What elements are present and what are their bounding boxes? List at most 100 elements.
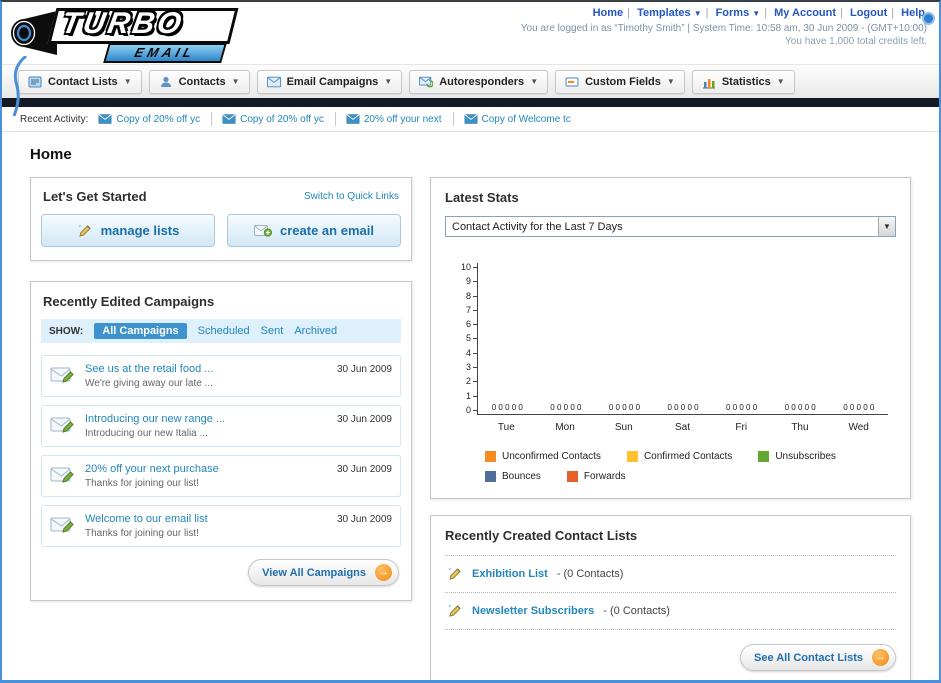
top-link-home[interactable]: Home — [593, 7, 624, 19]
create-email-button[interactable]: create an email — [227, 214, 401, 247]
value-label-group: 0 0 0 0 0 — [608, 403, 641, 412]
filter-all-campaigns[interactable]: All Campaigns — [94, 323, 187, 339]
envelope-icon — [346, 114, 360, 124]
custom-fields-icon — [565, 77, 579, 86]
y-tick: 4 — [466, 348, 477, 358]
recent-activity-link[interactable]: Copy of 20% off yc — [116, 114, 200, 125]
legend-swatch — [566, 471, 578, 482]
view-all-campaigns-label: View All Campaigns — [262, 566, 366, 579]
filter-archived[interactable]: Archived — [294, 325, 337, 337]
value-label-group: 0 0 0 0 0 — [843, 403, 875, 412]
legend-item: Unconfirmed Contacts — [485, 451, 601, 462]
contact-list-link[interactable]: Exhibition List — [472, 568, 548, 580]
y-tick: 1 — [466, 391, 477, 401]
nav-tab-email-campaigns[interactable]: Email Campaigns ▼ — [256, 69, 403, 94]
contact-list-count: - (0 Contacts) — [556, 568, 624, 580]
manage-lists-button[interactable]: manage lists — [41, 214, 215, 247]
left-column: Let's Get Started Switch to Quick Links … — [30, 177, 412, 601]
campaign-row: Introducing our new range ... Introducin… — [41, 405, 401, 447]
chart-legend: Unconfirmed Contacts Confirmed Contacts … — [485, 451, 885, 482]
chart-value-labels: 0 0 0 0 0 0 0 0 0 0 0 0 0 0 0 0 0 0 0 0 … — [478, 403, 888, 412]
campaign-subtitle: Thanks for joining our list! — [85, 528, 199, 539]
campaign-row: 20% off your next purchase Thanks for jo… — [41, 455, 401, 497]
recent-activity-link[interactable]: Copy of 20% off yc — [240, 114, 324, 125]
contact-activity-chart: 10 9 8 7 6 5 4 3 2 1 0 0 0 0 0 0 0 0 0 0… — [445, 263, 896, 482]
x-tick: Sat — [675, 422, 691, 433]
envelope-plus-icon — [254, 225, 273, 237]
page-title: Home — [30, 146, 72, 163]
logo-secondary-text: EMAIL — [103, 43, 227, 63]
envelope-icon — [463, 114, 478, 124]
nav-tab-statistics[interactable]: Statistics ▼ — [691, 69, 795, 94]
pencil-icon — [77, 223, 91, 237]
nav-tab-label: Custom Fields — [585, 75, 661, 88]
see-all-contact-lists-button[interactable]: See All Contact Lists → — [739, 644, 896, 671]
top-links: Home | Templates ▼ | Forms ▼ | My Account | … — [521, 7, 927, 19]
nav-tab-label: Autoresponders — [439, 75, 525, 88]
x-tick: Tue — [497, 422, 515, 433]
view-all-campaigns-button[interactable]: View All Campaigns → — [248, 559, 399, 586]
nav-tab-label: Contacts — [178, 75, 226, 88]
envelope-icon — [98, 114, 112, 124]
separator: | — [627, 7, 631, 19]
nav-tab-label: Statistics — [721, 75, 771, 88]
dropdown-arrow-icon: ▼ — [530, 77, 539, 86]
chart-plot-area: 0 0 0 0 0 0 0 0 0 0 0 0 0 0 0 0 0 0 0 0 … — [477, 263, 888, 415]
stats-activity-select[interactable]: Contact Activity for the Last 7 Days ▼ — [445, 216, 896, 237]
legend-swatch — [485, 451, 496, 462]
status-dot-icon — [922, 12, 935, 25]
latest-stats-title: Latest Stats — [445, 190, 519, 205]
dropdown-arrow-icon: ▼ — [231, 77, 240, 86]
recent-activity-link[interactable]: Copy of Welcome tc — [482, 114, 571, 125]
legend-swatch — [626, 451, 638, 462]
nav-tab-contacts[interactable]: Contacts ▼ — [148, 69, 250, 94]
recent-activity-item: Copy of 20% off yc — [98, 112, 213, 126]
dropdown-arrow-icon: ▼ — [752, 9, 761, 18]
value-label-group: 0 0 0 0 0 — [550, 403, 582, 412]
x-tick: Thu — [791, 422, 809, 433]
separator: | — [705, 7, 709, 19]
filter-sent[interactable]: Sent — [261, 325, 284, 337]
y-tick: 8 — [466, 291, 477, 301]
see-all-contact-lists-label: See All Contact Lists — [753, 651, 863, 664]
recent-contact-lists-title: Recently Created Contact Lists — [445, 528, 638, 543]
recent-campaigns-title: Recently Edited Campaigns — [43, 294, 215, 309]
campaign-link[interactable]: See us at the retail food ... — [85, 363, 328, 375]
top-link-forms[interactable]: Forms ▼ — [716, 7, 761, 19]
switch-quick-links-link[interactable]: Switch to Quick Links — [304, 191, 399, 202]
campaign-subtitle: Thanks for joining our list! — [85, 478, 199, 489]
nav-tab-label: Contact Lists — [48, 75, 118, 88]
x-tick: Fri — [735, 422, 748, 433]
top-link-logout[interactable]: Logout — [850, 7, 887, 19]
logo-primary-text: TURBO — [59, 7, 187, 40]
legend-swatch — [485, 471, 496, 482]
campaign-link[interactable]: 20% off your next purchase — [85, 463, 328, 475]
campaign-link[interactable]: Introducing our new range ... — [85, 413, 328, 425]
dropdown-arrow-icon: ▼ — [693, 9, 702, 18]
dropdown-arrow-icon: ▼ — [384, 77, 393, 86]
nav-tab-autoresponders[interactable]: Autoresponders ▼ — [409, 69, 549, 94]
right-column: Latest Stats Contact Activity for the La… — [430, 177, 911, 680]
nav-tab-custom-fields[interactable]: Custom Fields ▼ — [555, 69, 685, 94]
statistics-icon — [702, 78, 715, 88]
y-tick: 5 — [466, 334, 477, 343]
create-email-label: create an email — [280, 223, 374, 238]
header: TURBO EMAIL Home | Templates ▼ | Forms ▼ | … — [2, 2, 939, 116]
legend-item: Confirmed Contacts — [626, 451, 733, 462]
envelope-icon — [222, 114, 236, 124]
legend-label: Confirmed Contacts — [643, 451, 733, 462]
contact-list-count: - (0 Contacts) — [603, 605, 670, 617]
login-info: You are logged in as “Timothy Smith” | S… — [520, 23, 927, 34]
nav-tab-contact-lists[interactable]: Contact Lists ▼ — [18, 69, 142, 94]
latest-stats-panel: Latest Stats Contact Activity for the La… — [430, 177, 911, 499]
top-link-my-account[interactable]: My Account — [774, 7, 836, 19]
value-label-group: 0 0 0 0 0 — [667, 403, 699, 412]
contact-list-link[interactable]: Newsletter Subscribers — [472, 605, 594, 617]
campaign-link[interactable]: Welcome to our email list — [85, 513, 328, 525]
top-link-templates[interactable]: Templates ▼ — [637, 7, 702, 19]
filter-scheduled[interactable]: Scheduled — [198, 325, 250, 337]
recent-activity-link[interactable]: 20% off your next — [364, 114, 442, 125]
separator: | — [764, 7, 768, 19]
recent-activity-bar: Recent Activity: Copy of 20% off yc Copy… — [2, 107, 939, 132]
main-content: Home Let's Get Started Switch to Quick L… — [2, 132, 939, 680]
